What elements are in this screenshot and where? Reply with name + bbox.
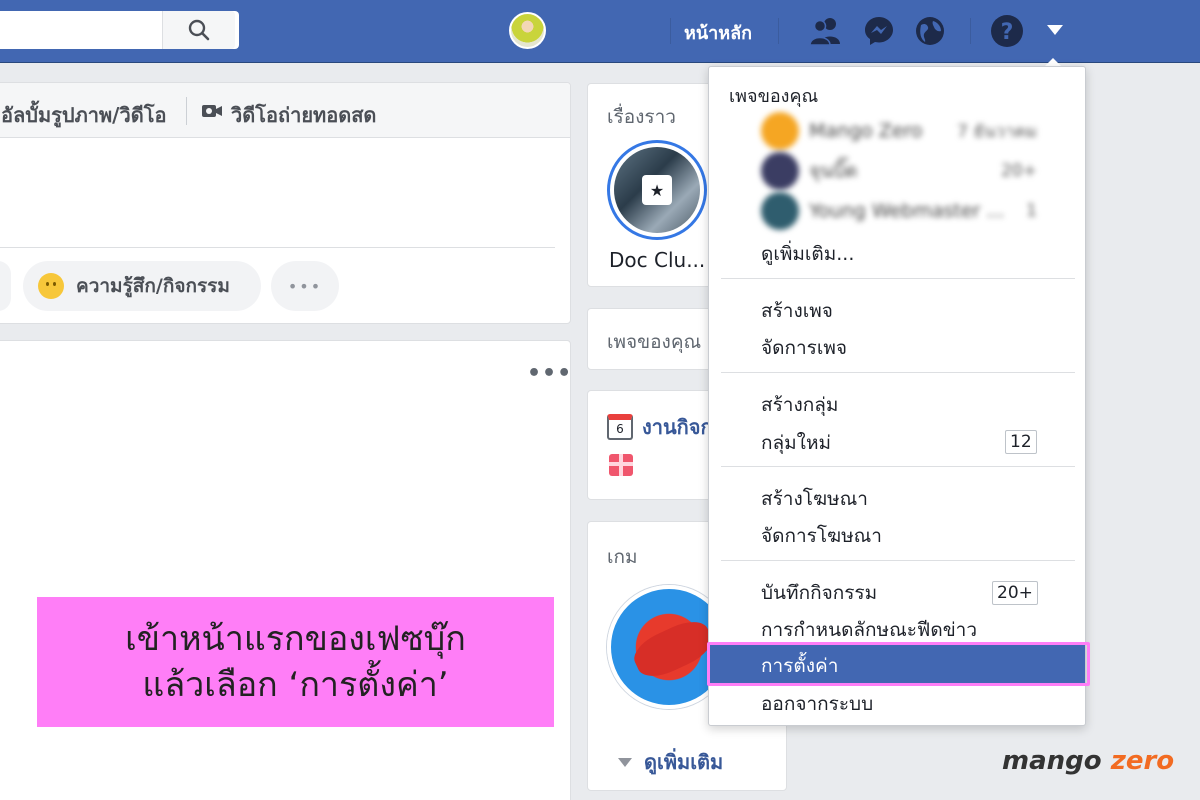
- feeling-activity-button[interactable]: ความรู้สึก/กิจกรรม: [23, 261, 261, 311]
- nav-divider: [778, 18, 779, 44]
- page-avatar: [761, 192, 799, 230]
- logo-brand: mango: [1002, 746, 1102, 776]
- svg-text:?: ?: [1001, 20, 1014, 45]
- gift-icon: [609, 454, 633, 476]
- see-more-link[interactable]: ดูเพิ่มเติม: [618, 746, 723, 778]
- menu-new-groups[interactable]: กลุ่มใหม่: [761, 428, 831, 458]
- globe-icon[interactable]: [912, 13, 948, 49]
- photo-album-tab[interactable]: อัลบั้มรูปภาพ/วิดีโอ: [1, 99, 166, 131]
- home-link[interactable]: หน้าหลัก: [684, 18, 752, 47]
- calendar-icon: 6: [607, 414, 633, 440]
- live-video-tab[interactable]: วิดีโอถ่ายทอดสด: [231, 99, 376, 131]
- logo-brand-accent: zero: [1110, 746, 1175, 776]
- page-avatar: [761, 112, 799, 150]
- menu-divider: [721, 466, 1075, 467]
- events-link[interactable]: 6 งานกิจก: [607, 411, 713, 443]
- friends-icon[interactable]: [808, 13, 844, 49]
- menu-page-item[interactable]: Young Webmaster ... 1: [761, 191, 1037, 231]
- post-options-icon[interactable]: •••: [527, 361, 572, 386]
- composer-divider: [0, 247, 555, 248]
- story-thumbnail[interactable]: ★: [607, 140, 707, 240]
- search-input[interactable]: [0, 11, 239, 49]
- activity-log-badge: 20+: [992, 581, 1038, 605]
- page-avatar: [761, 152, 799, 190]
- menu-news-feed-preferences[interactable]: การกำหนดลักษณะฟีดข่าว: [761, 615, 977, 645]
- feed-post: •••: [0, 340, 571, 800]
- messenger-icon[interactable]: [861, 13, 897, 49]
- composer-tabs: อัลบั้มรูปภาพ/วิดีโอ วิดีโอถ่ายทอดสด: [0, 83, 570, 138]
- profile-avatar[interactable]: [509, 12, 546, 49]
- instruction-overlay: เข้าหน้าแรกของเฟซบุ๊ก แล้วเลือก ‘การตั้ง…: [37, 597, 554, 727]
- games-title: เกม: [607, 546, 638, 568]
- mango-zero-logo: mango zero: [1002, 746, 1174, 776]
- page-name: Young Webmaster ...: [809, 200, 1005, 222]
- live-video-icon: [202, 105, 222, 117]
- menu-pages-header: เพจของคุณ: [729, 86, 819, 107]
- instruction-line-1: เข้าหน้าแรกของเฟซบุ๊ก: [125, 619, 466, 659]
- menu-create-page[interactable]: สร้างเพจ: [761, 296, 833, 326]
- post-composer: อัลบั้มรูปภาพ/วิดีโอ วิดีโอถ่ายทอดสด ควา…: [0, 82, 571, 324]
- menu-manage-pages[interactable]: จัดการเพจ: [761, 333, 847, 363]
- menu-divider: [721, 560, 1075, 561]
- page-meta: 7 ธันวาคม: [957, 121, 1037, 142]
- menu-page-item[interactable]: จุนบิ๊ด 20+: [761, 151, 1037, 191]
- more-options-button[interactable]: •••: [271, 261, 339, 311]
- story-name[interactable]: Doc Clu...: [609, 248, 705, 272]
- menu-manage-ads[interactable]: จัดการโฆษณา: [761, 521, 882, 551]
- instruction-line-2: แล้วเลือก ‘การตั้งค่า’: [142, 665, 449, 705]
- menu-log-out[interactable]: ออกจากระบบ: [761, 689, 873, 719]
- top-navigation-bar: หน้าหลัก ?: [0, 0, 1200, 63]
- menu-divider: [721, 372, 1075, 373]
- menu-create-ads[interactable]: สร้างโฆษณา: [761, 484, 868, 514]
- see-more-label: ดูเพิ่มเติม: [644, 750, 724, 774]
- menu-page-item[interactable]: Mango Zero 7 ธันวาคม: [761, 111, 1037, 151]
- nav-divider: [970, 18, 971, 44]
- composer-pill-partial[interactable]: [0, 261, 11, 311]
- help-icon[interactable]: ?: [989, 13, 1025, 49]
- page-meta: 20+: [1001, 161, 1037, 181]
- more-icon: •••: [287, 276, 323, 296]
- menu-create-group[interactable]: สร้างกลุ่ม: [761, 390, 838, 420]
- menu-divider: [721, 278, 1075, 279]
- events-label: งานกิจก: [642, 415, 713, 439]
- search-icon: [188, 19, 210, 41]
- page-meta: 1: [1026, 201, 1037, 221]
- page-story-badge-icon: ★: [642, 175, 672, 205]
- search-button[interactable]: [162, 11, 235, 49]
- feeling-activity-label: ความรู้สึก/กิจกรรม: [76, 275, 230, 297]
- your-pages-title: เพจของคุณ: [607, 331, 702, 353]
- account-caret-icon[interactable]: [1047, 25, 1063, 35]
- story-image: ★: [614, 147, 700, 233]
- page-name: จุนบิ๊ด: [809, 160, 858, 182]
- tab-divider: [186, 97, 187, 125]
- stories-title: เรื่องราว: [607, 106, 676, 128]
- account-dropdown-menu: เพจของคุณ Mango Zero 7 ธันวาคม จุนบิ๊ด 2…: [708, 66, 1086, 726]
- page-name: Mango Zero: [809, 120, 923, 142]
- menu-activity-log[interactable]: บันทึกกิจกรรม: [761, 578, 877, 608]
- menu-see-more[interactable]: ดูเพิ่มเติม...: [761, 239, 854, 269]
- settings-highlight-frame: [707, 642, 1090, 686]
- chevron-down-icon: [618, 757, 632, 767]
- smile-icon: [38, 273, 64, 299]
- new-groups-badge: 12: [1005, 430, 1037, 454]
- nav-divider: [670, 18, 671, 44]
